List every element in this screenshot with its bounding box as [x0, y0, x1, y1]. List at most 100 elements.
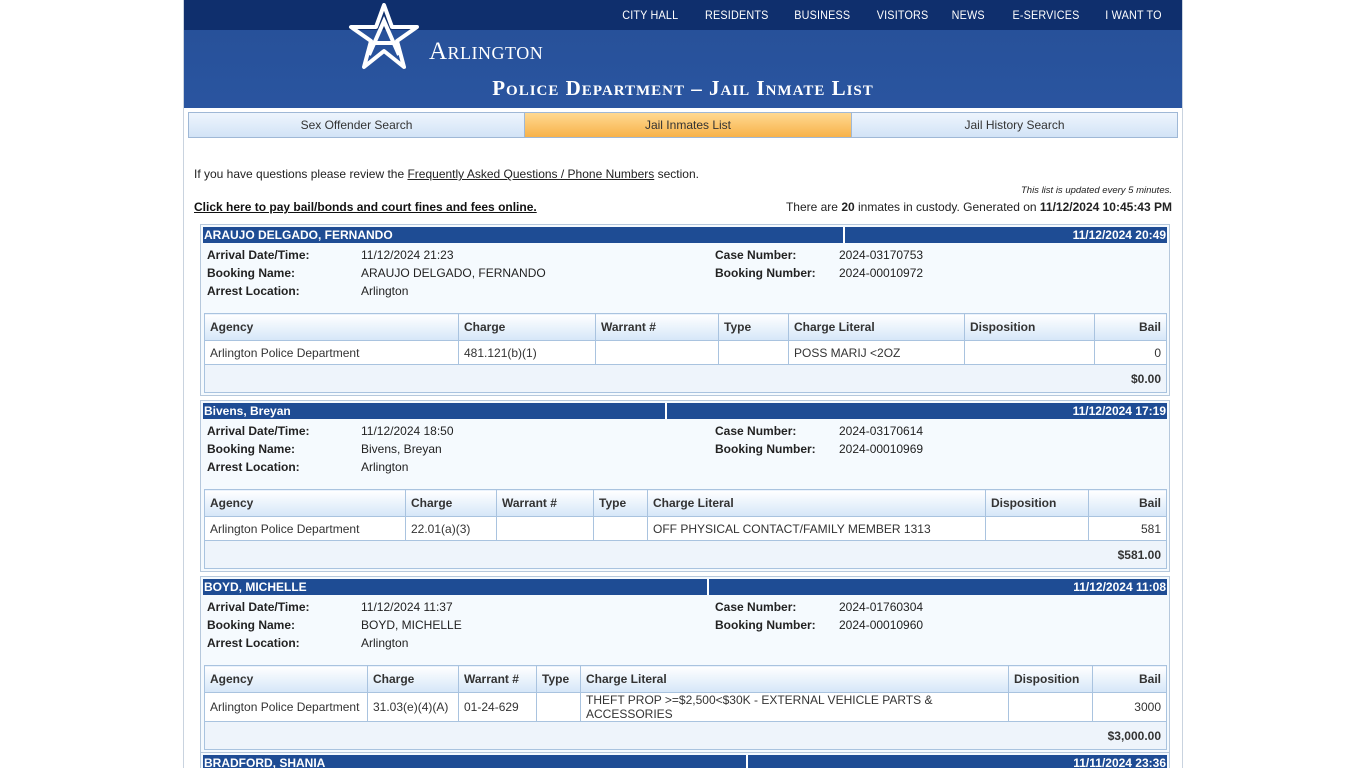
- inmate-header: BRADFORD, SHANIA 11/11/2024 23:36: [203, 755, 1167, 768]
- warrant-cell: 01-24-629: [458, 692, 537, 722]
- arrival-label: Arrival Date/Time:: [207, 424, 310, 438]
- col-agency: Agency: [204, 489, 406, 517]
- nav-e-services[interactable]: E-SERVICES: [1012, 8, 1079, 22]
- charges-header-row: Agency Charge Warrant # Type Charge Lite…: [204, 665, 1167, 693]
- case-number-value: 2024-01760304: [839, 600, 924, 614]
- faq-link[interactable]: Frequently Asked Questions / Phone Numbe…: [407, 167, 654, 181]
- generated-time: 11/12/2024 10:45:43 PM: [1039, 200, 1172, 214]
- inmate-header-date: 11/12/2024 17:19: [667, 403, 1167, 419]
- col-agency: Agency: [204, 665, 368, 693]
- top-nav: CITY HALL RESIDENTS BUSINESS VISITORS NE…: [184, 0, 1182, 30]
- arlington-star-logo-icon[interactable]: [347, 3, 421, 71]
- nav-residents[interactable]: RESIDENTS: [705, 8, 768, 22]
- col-charge: Charge: [367, 665, 459, 693]
- page: CITY HALL RESIDENTS BUSINESS VISITORS NE…: [183, 0, 1183, 768]
- inmate-details: Arrival Date/Time: 11/12/2024 11:37 Book…: [203, 595, 1167, 665]
- col-type: Type: [593, 489, 648, 517]
- case-number-label: Case Number:: [715, 248, 797, 262]
- bail-cell: 0: [1094, 340, 1167, 365]
- logo-text[interactable]: Arlington: [429, 38, 543, 66]
- table-row: Arlington Police Department 481.121(b)(1…: [204, 340, 1167, 365]
- col-charge-literal: Charge Literal: [580, 665, 1009, 693]
- booking-name-label: Booking Name:: [207, 442, 296, 456]
- arrival-value: 11/12/2024 21:23: [361, 248, 454, 262]
- inmate-count: There are 20 inmates in custody. Generat…: [786, 200, 1172, 214]
- charge-literal-cell: OFF PHYSICAL CONTACT/FAMILY MEMBER 1313: [647, 516, 986, 541]
- bail-total: $0.00: [204, 364, 1167, 393]
- charges-table: Agency Charge Warrant # Type Charge Lite…: [204, 313, 1167, 393]
- charge-literal-cell: THEFT PROP >=$2,500<$30K - EXTERNAL VEHI…: [580, 692, 1009, 722]
- warrant-cell: [496, 516, 594, 541]
- inmate-record: Bivens, Breyan 11/12/2024 17:19 Arrival …: [200, 400, 1170, 572]
- inmate-header-date: 11/12/2024 20:49: [845, 227, 1167, 243]
- nav-city-hall[interactable]: CITY HALL: [622, 8, 678, 22]
- total-row: $581.00: [204, 540, 1167, 569]
- table-row: Arlington Police Department 31.03(e)(4)(…: [204, 692, 1167, 722]
- inmate-record: ARAUJO DELGADO, FERNANDO 11/12/2024 20:4…: [200, 224, 1170, 396]
- arrest-location-label: Arrest Location:: [207, 284, 300, 298]
- col-agency: Agency: [204, 313, 459, 341]
- bail-total: $3,000.00: [204, 721, 1167, 750]
- inmate-name: Bivens, Breyan: [203, 403, 665, 419]
- pay-bail-link[interactable]: Click here to pay bail/bonds and court f…: [194, 200, 537, 214]
- table-row: Arlington Police Department 22.01(a)(3) …: [204, 516, 1167, 541]
- booking-number-value: 2024-00010969: [839, 442, 924, 456]
- col-charge: Charge: [405, 489, 497, 517]
- booking-number-label: Booking Number:: [715, 442, 816, 456]
- charge-cell: 22.01(a)(3): [405, 516, 497, 541]
- inmate-header: ARAUJO DELGADO, FERNANDO 11/12/2024 20:4…: [203, 227, 1167, 243]
- arrest-location-value: Arlington: [361, 636, 409, 650]
- nav-i-want-to[interactable]: I WANT TO: [1106, 8, 1162, 22]
- charge-cell: 481.121(b)(1): [458, 340, 596, 365]
- charges-header-row: Agency Charge Warrant # Type Charge Lite…: [204, 489, 1167, 517]
- bail-cell: 3000: [1092, 692, 1167, 722]
- disposition-cell: [985, 516, 1089, 541]
- inmate-header: Bivens, Breyan 11/12/2024 17:19: [203, 403, 1167, 419]
- charge-cell: 31.03(e)(4)(A): [367, 692, 459, 722]
- count-middle: inmates in custody. Generated on: [854, 200, 1040, 214]
- agency-cell: Arlington Police Department: [204, 340, 459, 365]
- col-warrant: Warrant #: [595, 313, 719, 341]
- inmate-details: Arrival Date/Time: 11/12/2024 21:23 Book…: [203, 243, 1167, 313]
- col-type: Type: [718, 313, 789, 341]
- col-charge-literal: Charge Literal: [647, 489, 986, 517]
- booking-number-label: Booking Number:: [715, 618, 816, 632]
- tab-sex-offender-search[interactable]: Sex Offender Search: [189, 113, 525, 137]
- bail-cell: 581: [1088, 516, 1167, 541]
- col-charge-literal: Charge Literal: [788, 313, 965, 341]
- booking-name-value: BOYD, MICHELLE: [361, 618, 462, 632]
- tab-jail-history-search[interactable]: Jail History Search: [852, 113, 1177, 137]
- inmate-name: BRADFORD, SHANIA: [203, 755, 746, 768]
- nav-news[interactable]: NEWS: [952, 8, 985, 22]
- col-bail: Bail: [1088, 489, 1167, 517]
- total-row: $0.00: [204, 364, 1167, 393]
- arrest-location-value: Arlington: [361, 460, 409, 474]
- charges-table: Agency Charge Warrant # Type Charge Lite…: [204, 489, 1167, 569]
- disposition-cell: [1008, 692, 1093, 722]
- page-title: Police Department – Jail Inmate List: [492, 76, 874, 100]
- col-disposition: Disposition: [964, 313, 1095, 341]
- type-cell: [593, 516, 648, 541]
- intro-before: If you have questions please review the: [194, 167, 408, 181]
- inmate-details: Arrival Date/Time: 11/12/2024 18:50 Book…: [203, 419, 1167, 489]
- arrival-value: 11/12/2024 18:50: [361, 424, 454, 438]
- type-cell: [718, 340, 789, 365]
- tab-jail-inmates-list[interactable]: Jail Inmates List: [525, 113, 852, 137]
- agency-cell: Arlington Police Department: [204, 516, 406, 541]
- warrant-cell: [595, 340, 719, 365]
- charge-literal-cell: POSS MARIJ <2OZ: [788, 340, 965, 365]
- inmate-name: BOYD, MICHELLE: [203, 579, 707, 595]
- charges-table: Agency Charge Warrant # Type Charge Lite…: [204, 665, 1167, 750]
- site-header: CITY HALL RESIDENTS BUSINESS VISITORS NE…: [184, 0, 1182, 108]
- case-number-label: Case Number:: [715, 600, 797, 614]
- inmate-record: BOYD, MICHELLE 11/12/2024 11:08 Arrival …: [200, 576, 1170, 753]
- nav-visitors[interactable]: VISITORS: [876, 8, 928, 22]
- type-cell: [536, 692, 581, 722]
- nav-business[interactable]: BUSINESS: [795, 8, 851, 22]
- col-disposition: Disposition: [1008, 665, 1093, 693]
- intro-after: section.: [654, 167, 699, 181]
- booking-number-value: 2024-00010960: [839, 618, 924, 632]
- bail-total: $581.00: [204, 540, 1167, 569]
- booking-name-value: ARAUJO DELGADO, FERNANDO: [361, 266, 546, 280]
- update-note: This list is updated every 5 minutes.: [1020, 185, 1172, 196]
